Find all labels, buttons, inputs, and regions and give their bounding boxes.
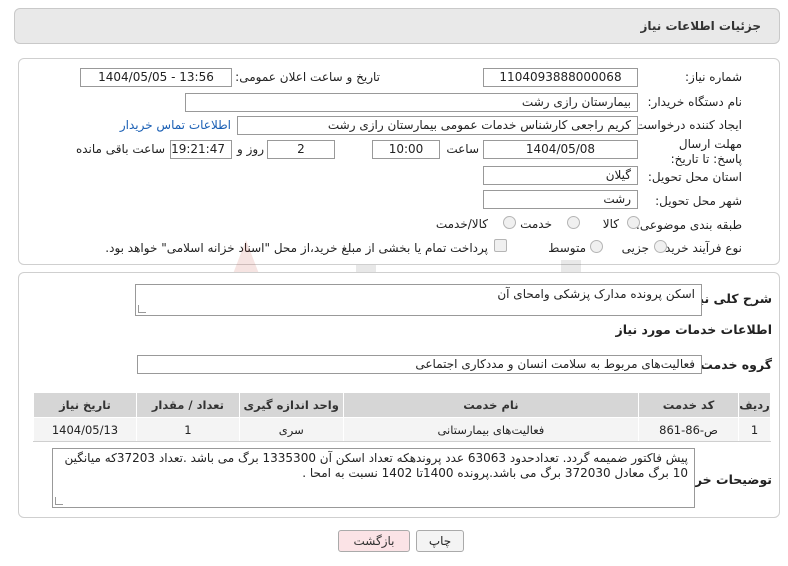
days-count-field: 2 [267,140,335,159]
resize-handle-icon[interactable] [55,497,63,505]
services-heading: اطلاعات خدمات مورد نیاز [615,322,773,337]
resize-handle-icon[interactable] [138,305,146,313]
process-radio-medium[interactable] [590,240,603,253]
deadline-date-field: 1404/05/08 [483,140,638,159]
col-row: ردیف [738,392,771,418]
city-label: شهر محل تحویل: [655,194,742,208]
service-group-field: فعالیت‌های مربوط به سلامت انسان و مددکار… [137,355,702,374]
services-table: ردیف کد خدمت نام خدمت واحد اندازه گیری ت… [33,392,771,442]
col-quantity: تعداد / مقدار [135,392,240,418]
service-group-label: گروه خدمت: [695,357,772,372]
buyer-contact-link[interactable]: اطلاعات تماس خریدار [120,118,231,132]
cell-need-date: 1404/05/13 [33,417,137,442]
treasury-payment-checkbox[interactable] [494,239,507,252]
page-title: جزئیات اطلاعات نیاز [640,19,761,33]
category-label: طبقه بندی موضوعی: [635,218,742,232]
city-field: رشت [483,190,638,209]
category-radio-goods[interactable] [627,216,640,229]
col-need-date: تاریخ نیاز [33,392,137,418]
col-service-code: کد خدمت [638,392,740,418]
cell-quantity: 1 [135,417,240,442]
process-option-medium: متوسط [548,241,586,255]
category-option-goods: کالا [602,217,619,231]
page-header: جزئیات اطلاعات نیاز [14,8,780,44]
province-label: استان محل تحویل: [647,170,742,184]
buyer-notes-textarea[interactable]: پیش فاکتور ضمیمه گردد. تعدادحدود 63063 ع… [52,448,695,508]
need-number-label: شماره نیاز: [685,70,742,84]
days-label: روز و [237,142,264,156]
category-radio-service[interactable] [567,216,580,229]
announce-datetime-field: 1404/05/05 - 13:56 [80,68,232,87]
back-button[interactable]: بازگشت [338,530,410,552]
summary-text: اسکن پرونده مدارک پزشکی وامحای آن [497,287,695,301]
treasury-payment-note: پرداخت تمام یا بخشی از مبلغ خرید،از محل … [105,241,488,255]
category-option-goods-service: کالا/خدمت [435,217,488,231]
cell-service-code: ص-86-861 [638,417,740,442]
deadline-label: مهلت ارسال پاسخ: تا تاریخ: [670,137,742,166]
cell-service-name: فعالیت‌های بیمارستانی [342,417,640,442]
col-service-name: نام خدمت [342,392,640,418]
table-row: 1 ص-86-861 فعالیت‌های بیمارستانی سری 1 1… [33,417,771,442]
print-button[interactable]: چاپ [416,530,464,552]
buyer-org-label: نام دستگاه خریدار: [647,95,743,109]
deadline-time-field: 10:00 [372,140,440,159]
deadline-time-label: ساعت [446,142,479,156]
need-number-field: 1104093888000068 [483,68,638,87]
buyer-notes-text: پیش فاکتور ضمیمه گردد. تعدادحدود 63063 ع… [64,451,688,480]
cell-row: 1 [738,417,771,442]
remaining-time-field: 19:21:47 [170,140,232,159]
buyer-org-field: بیمارستان رازی رشت [185,93,638,112]
summary-textarea[interactable]: اسکن پرونده مدارک پزشکی وامحای آن [135,284,702,316]
process-radio-minor[interactable] [654,240,667,253]
process-option-minor: جزیی [621,241,649,255]
province-field: گیلان [483,166,638,185]
process-label: نوع فرآیند خرید : [657,241,742,255]
creator-field: کریم راجعی کارشناس خدمات عمومی بیمارستان… [237,116,638,135]
category-option-service: خدمت [520,217,552,231]
remaining-label: ساعت باقی مانده [75,142,165,156]
col-unit: واحد اندازه گیری [238,392,344,418]
creator-label: ایجاد کننده درخواست: [631,118,742,132]
announce-label: تاریخ و ساعت اعلان عمومی: [235,70,380,84]
cell-unit: سری [238,417,344,442]
category-radio-goods-service[interactable] [503,216,516,229]
